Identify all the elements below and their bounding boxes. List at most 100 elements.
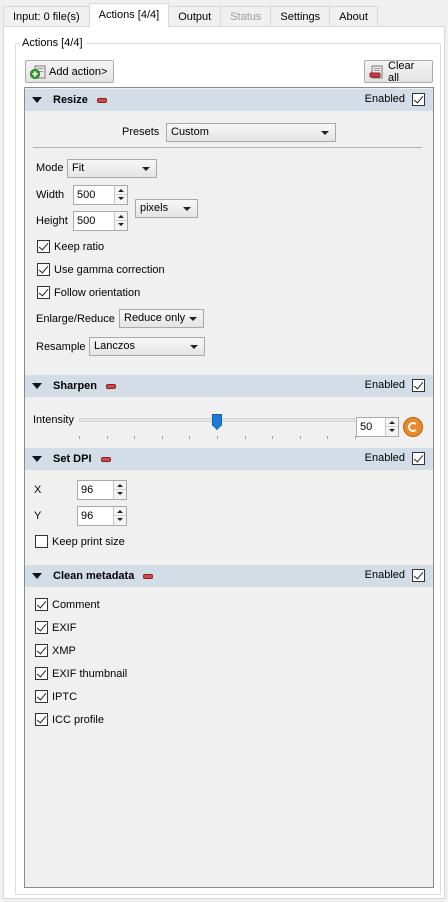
metadata-enabled-checkbox[interactable] xyxy=(412,569,425,582)
resize-enabled-checkbox[interactable] xyxy=(412,93,425,106)
dpi-x-spinbox[interactable]: 96 xyxy=(77,480,127,500)
presets-combo[interactable]: Custom xyxy=(166,123,336,142)
collapse-triangle-icon[interactable] xyxy=(32,573,42,579)
width-spinbox[interactable]: 500 xyxy=(73,185,128,205)
slider-tick xyxy=(107,436,108,439)
actions-list[interactable]: Resize Enabled Presets Custom Mode Fit W… xyxy=(24,87,434,888)
spin-buttons[interactable] xyxy=(113,507,126,525)
height-spinbox[interactable]: 500 xyxy=(73,211,128,231)
icc-profile-label: ICC profile xyxy=(52,714,104,726)
spin-buttons[interactable] xyxy=(114,212,127,230)
clear-all-button[interactable]: Clear all xyxy=(364,59,433,84)
resize-header[interactable]: Resize Enabled xyxy=(25,89,433,111)
gamma-checkbox[interactable] xyxy=(37,263,50,276)
resample-value: Lanczos xyxy=(94,340,135,352)
enlarge-reduce-value: Reduce only xyxy=(124,312,186,324)
add-action-button[interactable]: Add action> xyxy=(25,60,114,83)
chevron-down-icon xyxy=(190,345,198,349)
spin-buttons[interactable] xyxy=(113,481,126,499)
remove-action-icon[interactable] xyxy=(96,97,107,103)
sharpen-enabled-checkbox[interactable] xyxy=(412,379,425,392)
dpi-y-label: Y xyxy=(34,510,42,522)
enlarge-reduce-combo[interactable]: Reduce only xyxy=(119,309,204,328)
spin-buttons[interactable] xyxy=(385,418,398,436)
setdpi-header[interactable]: Set DPI Enabled xyxy=(25,448,433,470)
resample-label: Resample xyxy=(36,341,86,353)
slider-tick xyxy=(189,436,190,439)
orientation-checkbox[interactable] xyxy=(37,286,50,299)
collapse-triangle-icon[interactable] xyxy=(32,383,42,389)
reset-icon[interactable] xyxy=(403,417,423,437)
chevron-down-icon xyxy=(189,317,197,321)
orientation-label: Follow orientation xyxy=(54,287,141,299)
remove-action-icon[interactable] xyxy=(106,383,117,389)
chevron-down-icon xyxy=(142,167,150,171)
slider-tick xyxy=(272,436,273,439)
metadata-header[interactable]: Clean metadata Enabled xyxy=(25,565,433,587)
tab-output[interactable]: Output xyxy=(168,6,222,27)
comment-checkbox[interactable] xyxy=(35,598,48,611)
add-action-icon xyxy=(30,64,46,80)
comment-label: Comment xyxy=(52,599,100,611)
width-value: 500 xyxy=(77,189,96,201)
collapse-triangle-icon[interactable] xyxy=(32,456,42,462)
tab-about[interactable]: About xyxy=(329,6,378,27)
tab-input[interactable]: Input: 0 file(s) xyxy=(3,6,90,27)
width-label: Width xyxy=(36,189,65,201)
keep-print-size-label: Keep print size xyxy=(52,536,125,548)
slider-tick xyxy=(327,436,328,439)
exif-checkbox[interactable] xyxy=(35,621,48,634)
clear-all-label: Clear all xyxy=(388,59,415,84)
add-action-label: Add action> xyxy=(49,65,108,78)
metadata-section: Comment EXIF XMP EXIF thumbnail IPTC ICC… xyxy=(25,587,433,737)
intensity-slider-thumb[interactable] xyxy=(212,414,222,430)
height-value: 500 xyxy=(77,215,96,227)
keep-ratio-label: Keep ratio xyxy=(54,241,105,253)
mode-label: Mode xyxy=(36,162,64,174)
sharpen-header[interactable]: Sharpen Enabled xyxy=(25,375,433,397)
iptc-label: IPTC xyxy=(52,691,78,703)
xmp-checkbox[interactable] xyxy=(35,644,48,657)
tab-actions[interactable]: Actions [4/4] xyxy=(88,3,170,27)
dpi-y-value: 96 xyxy=(81,510,94,522)
slider-tick xyxy=(134,436,135,439)
mode-value: Fit xyxy=(72,162,85,174)
keep-ratio-checkbox[interactable] xyxy=(37,240,50,253)
spin-buttons[interactable] xyxy=(114,186,127,204)
gamma-label: Use gamma correction xyxy=(54,264,165,276)
slider-tick xyxy=(245,436,246,439)
dpi-x-label: X xyxy=(34,484,42,496)
iptc-checkbox[interactable] xyxy=(35,690,48,703)
enabled-label: Enabled xyxy=(364,452,405,464)
setdpi-enabled-checkbox[interactable] xyxy=(412,452,425,465)
actions-group-title: Actions [4/4] xyxy=(19,37,86,49)
unit-combo[interactable]: pixels xyxy=(135,199,198,218)
presets-label: Presets xyxy=(122,126,160,138)
sharpen-title: Sharpen xyxy=(53,380,98,392)
remove-action-icon[interactable] xyxy=(100,456,111,462)
slider-tick xyxy=(162,436,163,439)
resize-section: Presets Custom Mode Fit Width 500 Height… xyxy=(25,111,433,374)
icc-profile-checkbox[interactable] xyxy=(35,713,48,726)
collapse-triangle-icon[interactable] xyxy=(32,97,42,103)
xmp-label: XMP xyxy=(52,645,76,657)
intensity-value: 50 xyxy=(360,421,373,433)
exif-thumbnail-checkbox[interactable] xyxy=(35,667,48,680)
setdpi-title: Set DPI xyxy=(53,453,92,465)
sharpen-section: Intensity 50 xyxy=(25,397,433,449)
clear-all-icon xyxy=(369,64,385,80)
resample-combo[interactable]: Lanczos xyxy=(89,337,205,356)
mode-combo[interactable]: Fit xyxy=(67,159,157,178)
height-label: Height xyxy=(36,215,68,227)
chevron-down-icon xyxy=(321,131,329,135)
exif-thumbnail-label: EXIF thumbnail xyxy=(52,668,128,680)
tab-settings[interactable]: Settings xyxy=(270,6,331,27)
dpi-x-value: 96 xyxy=(81,484,94,496)
intensity-spinbox[interactable]: 50 xyxy=(356,417,399,437)
dpi-y-spinbox[interactable]: 96 xyxy=(77,506,127,526)
presets-value: Custom xyxy=(171,126,209,138)
enabled-label: Enabled xyxy=(364,379,405,391)
keep-print-size-checkbox[interactable] xyxy=(35,535,48,548)
tab-bar: Input: 0 file(s) Actions [4/4] Output St… xyxy=(3,3,445,27)
remove-action-icon[interactable] xyxy=(143,573,154,579)
